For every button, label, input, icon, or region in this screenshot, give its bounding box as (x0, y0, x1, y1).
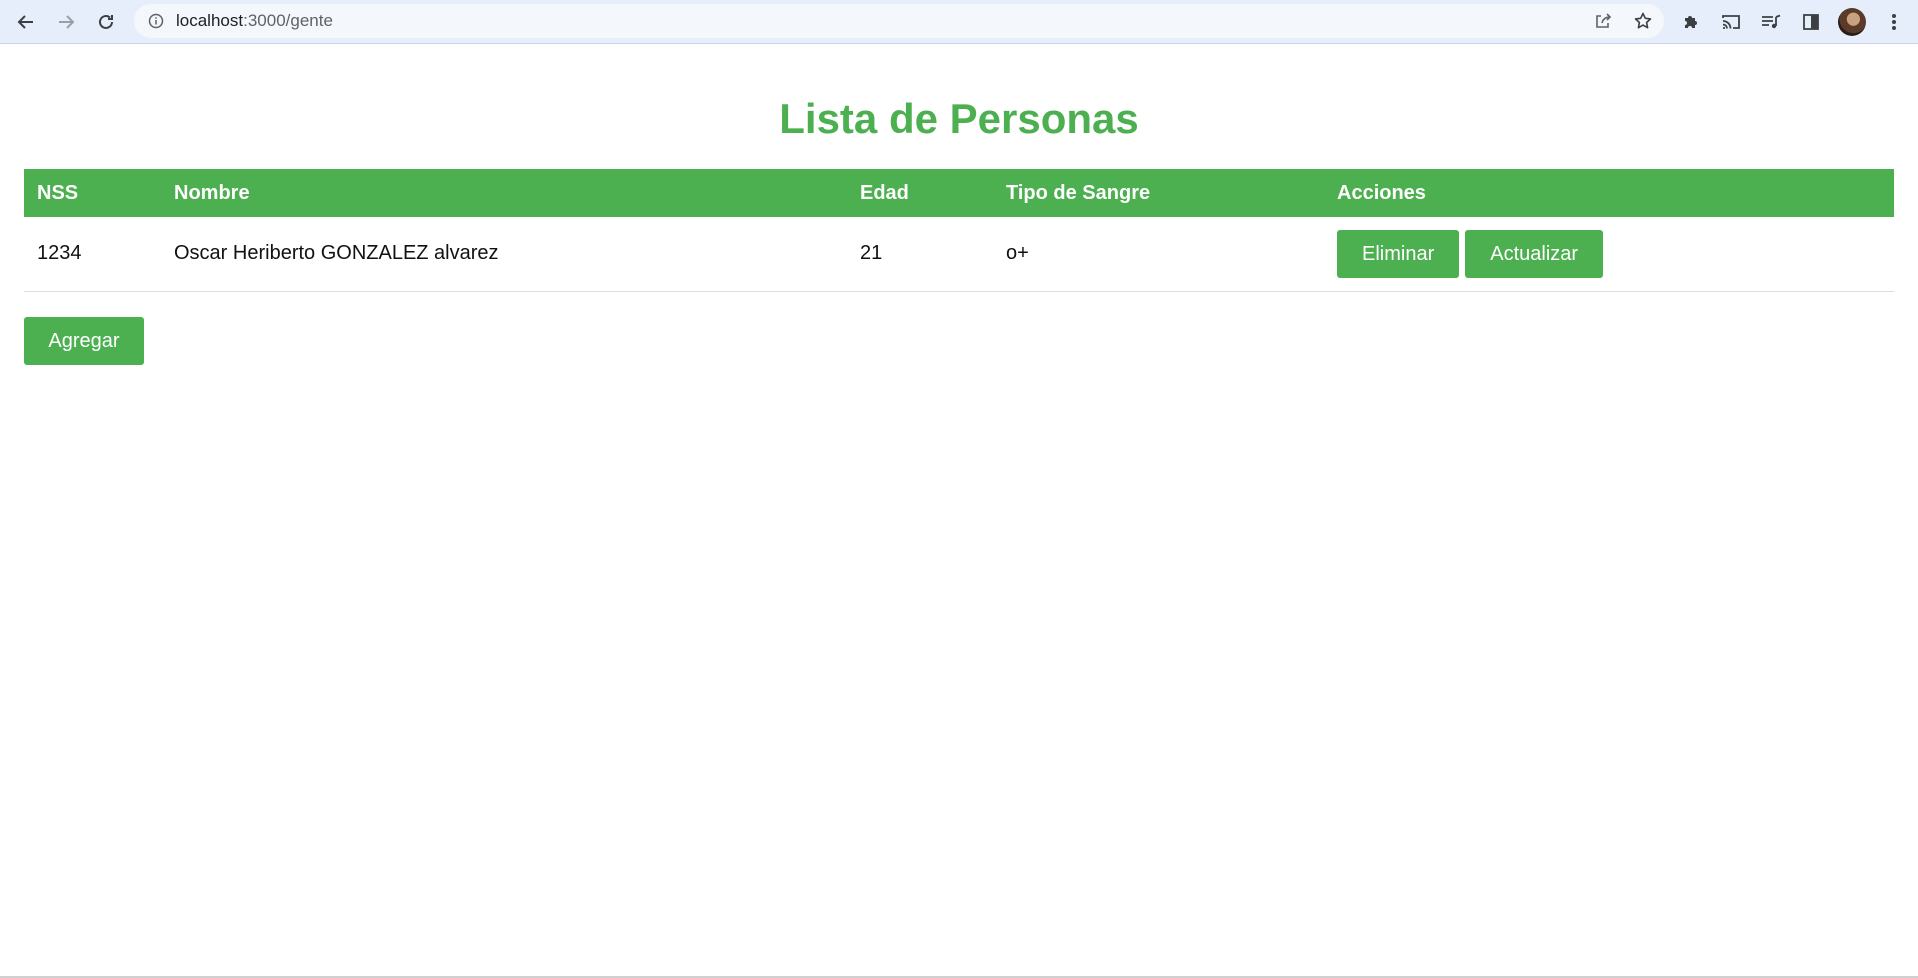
cell-edad: 21 (847, 217, 993, 292)
extensions-icon[interactable] (1677, 8, 1705, 36)
table-row: 1234 Oscar Heriberto GONZALEZ alvarez 21… (24, 217, 1894, 292)
update-button[interactable]: Actualizar (1465, 229, 1604, 278)
cast-icon[interactable] (1717, 8, 1745, 36)
page-content: Lista de Personas NSS Nombre Edad Tipo d… (0, 44, 1918, 976)
back-button[interactable] (10, 6, 42, 38)
delete-button[interactable]: Eliminar (1337, 229, 1460, 278)
address-bar[interactable]: localhost:3000/gente (134, 4, 1664, 38)
header-tipo-sangre: Tipo de Sangre (993, 169, 1324, 217)
page-title: Lista de Personas (779, 95, 1139, 142)
header-nombre: Nombre (161, 169, 847, 217)
header-nss: NSS (24, 169, 161, 217)
browser-toolbar: localhost:3000/gente (0, 0, 1918, 44)
cell-acciones: Eliminar Actualizar (1324, 217, 1894, 292)
url-text: localhost:3000/gente (176, 12, 333, 30)
table-header-row: NSS Nombre Edad Tipo de Sangre Acciones (24, 169, 1894, 217)
cell-nss: 1234 (24, 217, 161, 292)
profile-avatar[interactable] (1838, 8, 1866, 36)
info-icon[interactable] (146, 11, 166, 31)
side-panel-icon[interactable] (1797, 8, 1825, 36)
url-path: :3000/gente (243, 11, 333, 30)
share-icon[interactable] (1591, 9, 1615, 33)
header-acciones: Acciones (1324, 169, 1894, 217)
cell-nombre: Oscar Heriberto GONZALEZ alvarez (161, 217, 847, 292)
more-menu-icon[interactable] (1880, 8, 1908, 36)
arrow-left-icon (17, 15, 33, 29)
url-host: localhost (176, 11, 244, 30)
reload-icon (99, 14, 113, 29)
bookmark-star-icon[interactable] (1631, 9, 1655, 33)
people-table: NSS Nombre Edad Tipo de Sangre Acciones … (24, 169, 1894, 292)
add-button[interactable]: Agregar (24, 317, 144, 365)
header-edad: Edad (847, 169, 993, 217)
cell-tipo-sangre: o+ (993, 217, 1324, 292)
forward-button[interactable] (50, 6, 82, 38)
arrow-right-icon (59, 15, 75, 29)
reload-button[interactable] (90, 6, 122, 38)
media-queue-icon[interactable] (1757, 8, 1785, 36)
